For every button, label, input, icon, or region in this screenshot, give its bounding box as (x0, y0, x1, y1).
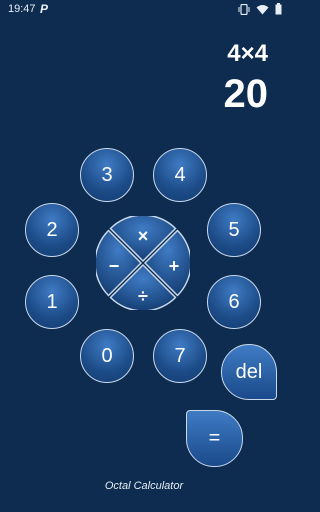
app-title: Octal Calculator (104, 480, 184, 492)
digit-5-button[interactable]: 5 (207, 203, 261, 257)
digit-1-button[interactable]: 1 (25, 275, 79, 329)
status-bar: 19:47 P (0, 0, 288, 20)
digit-6-button[interactable]: 6 (207, 275, 261, 329)
delete-button[interactable]: del (221, 344, 277, 400)
digit-2-button[interactable]: 2 (25, 203, 79, 257)
battery-icon (275, 3, 282, 15)
plus-button[interactable]: + (164, 256, 184, 276)
status-time: 19:47 (8, 3, 36, 15)
equals-button[interactable]: = (186, 410, 243, 467)
digit-0-button[interactable]: 0 (80, 329, 134, 383)
divide-button[interactable]: ÷ (133, 286, 153, 306)
status-icons (238, 3, 282, 15)
wifi-icon (256, 4, 269, 15)
digit-4-button[interactable]: 4 (153, 148, 207, 202)
result-display: 20 (223, 72, 269, 116)
minus-button[interactable]: − (104, 256, 124, 276)
multiply-button[interactable]: × (133, 226, 153, 246)
expression-display: 4×4 (227, 40, 268, 67)
app-indicator: P (40, 2, 49, 16)
vibrate-icon (238, 3, 250, 15)
operator-wheel: × − + ÷ (96, 216, 190, 310)
digit-7-button[interactable]: 7 (153, 329, 207, 383)
digit-3-button[interactable]: 3 (80, 148, 134, 202)
